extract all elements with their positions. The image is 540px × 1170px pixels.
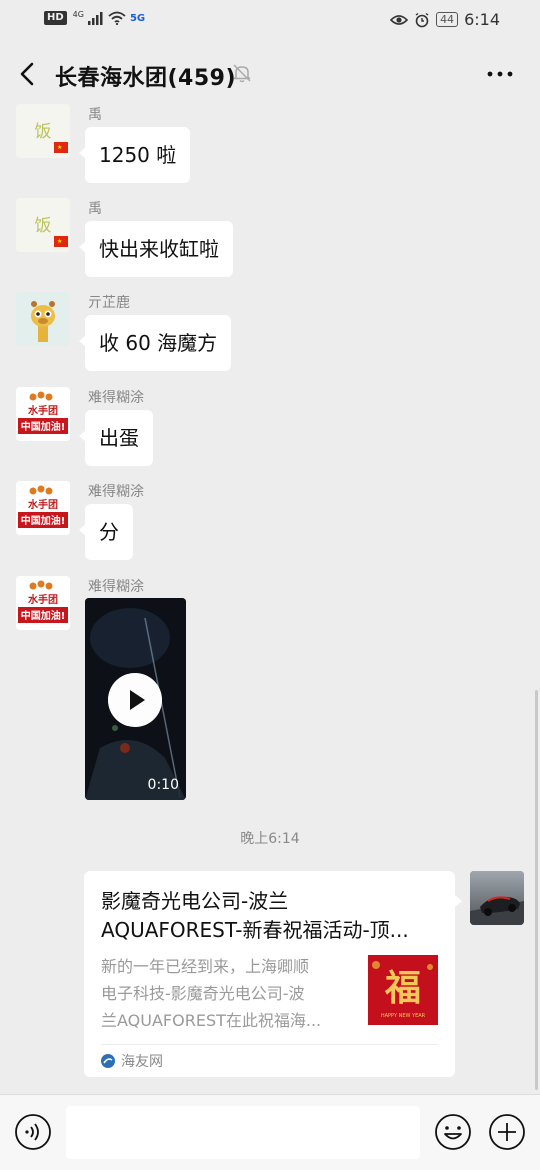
avatar-team-bottom: 中国加油! — [21, 514, 66, 527]
chat-title: 长春海水团(459) — [55, 66, 237, 91]
message-bubble[interactable]: 快出来收缸啦 — [79, 221, 233, 277]
avatar-self[interactable] — [470, 871, 524, 925]
status-right: 44 6:14 — [390, 10, 500, 29]
thumb-glyph: 福 — [384, 967, 421, 1009]
svg-text:★: ★ — [57, 144, 62, 151]
avatar-yu-image: 饭 ★ — [16, 198, 70, 252]
message-bubble[interactable]: 1250 啦 — [78, 127, 191, 183]
avatar[interactable]: 水手团 中国加油! — [16, 576, 70, 630]
avatar-team-image: 水手团 中国加油! — [16, 387, 70, 441]
avatar-team-image: 水手团 中国加油! — [16, 576, 70, 630]
thumb-caption: HAPPY NEW YEAR — [381, 1013, 426, 1019]
avatar-team-bottom: 中国加油! — [21, 420, 66, 433]
card-description: 新的一年已经到来，上海卿顺 电子科技-影魔奇光电公司-波 兰AQUAFOREST… — [101, 953, 357, 1034]
giraffe-icon — [16, 292, 70, 346]
avatar-yu-image: 饭 ★ — [16, 104, 70, 158]
card-desc-line: 兰AQUAFOREST在此祝福海... — [101, 1011, 322, 1030]
sender-name: 禹 — [88, 107, 102, 123]
avatar-glyph: 饭 — [35, 122, 52, 142]
sender-name: 难得糊涂 — [88, 390, 144, 406]
card-desc-line: 电子科技-影魔奇光电公司-波 — [101, 984, 305, 1003]
emoji-icon[interactable] — [434, 1113, 472, 1151]
video-message[interactable]: 0:10 — [85, 598, 186, 800]
input-bar — [0, 1094, 540, 1170]
fu-image: 福 HAPPY NEW YEAR — [368, 955, 438, 1025]
shared-link-card[interactable]: 影魔奇光电公司-波兰 AQUAFOREST-新春祝福活动-顶... 新的一年已经… — [84, 871, 462, 1077]
signal-label: 4G — [72, 9, 84, 19]
card-desc-line: 新的一年已经到来，上海卿顺 — [101, 957, 310, 976]
avatar-team-bottom: 中国加油! — [21, 609, 66, 622]
video-duration: 0:10 — [147, 777, 179, 793]
avatar-team-image: 水手团 中国加油! — [16, 481, 70, 535]
avatar[interactable] — [16, 292, 70, 346]
card-title: 影魔奇光电公司-波兰 AQUAFOREST-新春祝福活动-顶... — [101, 887, 441, 945]
hd-badge: HD — [44, 11, 67, 25]
message-input[interactable] — [66, 1106, 420, 1159]
status-time: 6:14 — [464, 10, 500, 29]
signal-icon — [87, 12, 103, 25]
avatar[interactable]: 水手团 中国加油! — [16, 481, 70, 535]
chevron-left-icon[interactable] — [14, 56, 44, 92]
sender-name: 亓芷鹿 — [88, 295, 130, 311]
plus-icon[interactable] — [488, 1113, 526, 1151]
avatar[interactable]: 饭 ★ — [16, 198, 70, 252]
card-title-line: 影魔奇光电公司-波兰 — [101, 889, 289, 913]
avatar[interactable]: 水手团 中国加油! — [16, 387, 70, 441]
message-bubble[interactable]: 分 — [79, 504, 133, 560]
alarm-icon — [415, 12, 429, 27]
time-divider: 晚上6:14 — [240, 831, 300, 847]
avatar[interactable]: 饭 ★ — [16, 104, 70, 158]
card-thumbnail: 福 HAPPY NEW YEAR — [368, 955, 438, 1025]
source-logo-icon — [101, 1054, 115, 1068]
play-icon[interactable] — [108, 673, 162, 727]
card-divider — [101, 1044, 438, 1045]
sender-name: 禹 — [88, 201, 102, 217]
car-image — [470, 871, 524, 925]
voice-icon[interactable] — [14, 1113, 52, 1151]
eye-icon — [390, 14, 409, 25]
avatar-glyph: 饭 — [35, 216, 52, 236]
wifi-icon — [108, 11, 126, 25]
avatar-team-top: 水手团 — [27, 593, 58, 606]
status-bar: HD 4G 5G 44 6:14 — [0, 0, 540, 40]
scrollbar[interactable] — [535, 690, 538, 1090]
svg-text:★: ★ — [57, 238, 62, 245]
message-bubble[interactable]: 出蛋 — [79, 410, 153, 466]
avatar-team-top: 水手团 — [27, 404, 58, 417]
chat-message-list[interactable]: 饭 ★ 禹 1250 啦 饭 ★ 禹 快出来收缸啦 亓芷鹿 收 60 海魔方 水… — [0, 100, 540, 1094]
chat-header: 长春海水团(459) — [0, 48, 540, 100]
network-5g-badge: 5G — [129, 12, 146, 24]
message-bubble[interactable]: 收 60 海魔方 — [78, 315, 232, 371]
source-name: 海友网 — [121, 1054, 163, 1070]
sender-name: 难得糊涂 — [88, 484, 144, 500]
status-left: HD 4G 5G — [44, 9, 146, 25]
bell-off-icon — [233, 64, 251, 83]
more-dots-icon[interactable] — [486, 62, 514, 86]
card-source: 海友网 — [101, 1051, 163, 1071]
avatar-team-top: 水手团 — [27, 498, 58, 511]
battery-indicator: 44 — [436, 12, 459, 27]
sender-name: 难得糊涂 — [88, 579, 144, 595]
card-title-line: AQUAFOREST-新春祝福活动-顶... — [101, 918, 409, 942]
